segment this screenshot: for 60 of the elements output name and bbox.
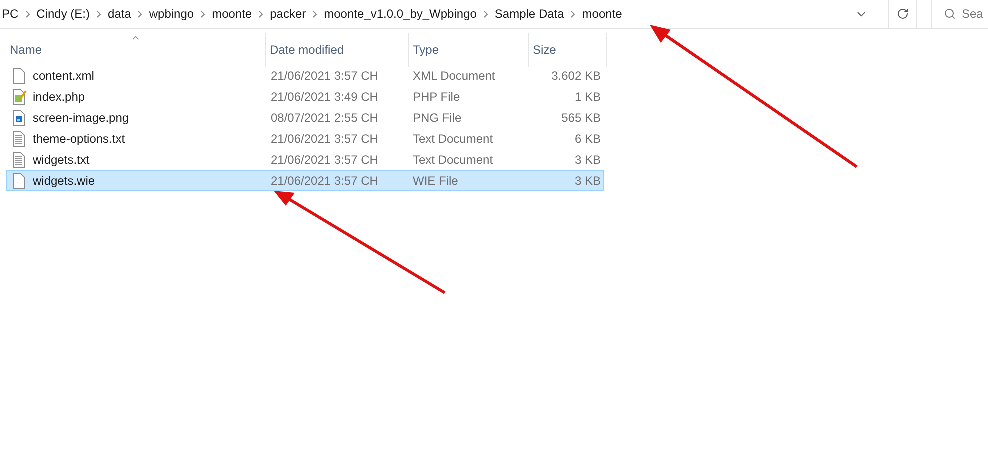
size-cell-text: 6 KB bbox=[574, 130, 601, 148]
file-name: screen-image.png bbox=[33, 110, 130, 126]
breadcrumb[interactable]: PC bbox=[2, 5, 19, 23]
date-cell-text: 21/06/2021 3:57 CH bbox=[270, 130, 380, 148]
breadcrumb[interactable]: wpbingo bbox=[149, 5, 194, 23]
date-cell-text: 08/07/2021 2:55 CH bbox=[270, 110, 380, 126]
file-row[interactable]: widgets.txt 21/06/2021 3:57 CH Text Document 3 KB bbox=[6, 149, 604, 170]
size-cell-text: 3 KB bbox=[574, 172, 601, 190]
file-row[interactable]: index.php 21/06/2021 3:49 CH PHP File 1 KB bbox=[6, 86, 604, 107]
breadcrumb[interactable]: moonte bbox=[212, 5, 252, 23]
size-cell-text: 3.602 KB bbox=[550, 68, 601, 84]
chevron-right-icon bbox=[571, 10, 576, 18]
file-row[interactable]: screen-image.png 08/07/2021 2:55 CH PNG File 565 KB bbox=[6, 107, 604, 128]
script-file-icon bbox=[11, 88, 27, 104]
breadcrumb[interactable]: data bbox=[108, 5, 132, 23]
breadcrumb[interactable]: moonte_v1.0.0_by_Wpbingo bbox=[324, 5, 477, 23]
file-name: content.xml bbox=[33, 68, 94, 84]
chevron-right-icon bbox=[259, 10, 264, 18]
file-name: widgets.wie bbox=[33, 172, 96, 190]
date-cell-text: 21/06/2021 3:57 CH bbox=[270, 152, 380, 168]
type-cell-text: Text Document bbox=[412, 130, 494, 148]
type-cell-text: WIE File bbox=[412, 172, 460, 190]
date-cell-text: 21/06/2021 3:57 CH bbox=[270, 172, 380, 190]
chevron-right-icon bbox=[97, 10, 102, 18]
file-name: theme-options.txt bbox=[33, 130, 126, 148]
type-cell-text: PHP File bbox=[412, 88, 462, 106]
type-cell-text: Text Document bbox=[412, 152, 494, 168]
image-file-icon bbox=[11, 110, 27, 126]
document-icon bbox=[11, 68, 27, 84]
column-header[interactable]: Name bbox=[6, 33, 265, 67]
breadcrumb[interactable]: moonte bbox=[582, 5, 622, 23]
breadcrumb[interactable]: Cindy (E:) bbox=[36, 5, 90, 23]
breadcrumb[interactable]: Sample Data bbox=[494, 5, 564, 23]
size-cell-text: 1 KB bbox=[574, 88, 601, 106]
chevron-right-icon bbox=[313, 10, 318, 18]
date-cell-text: 21/06/2021 3:49 CH bbox=[270, 88, 380, 106]
breadcrumb[interactable]: packer bbox=[270, 5, 306, 23]
chevron-right-icon bbox=[484, 10, 488, 18]
chevron-right-icon bbox=[201, 10, 206, 18]
refresh-icon[interactable] bbox=[896, 8, 909, 20]
text-file-icon bbox=[11, 152, 27, 168]
file-name: widgets.txt bbox=[33, 152, 90, 168]
column-header[interactable]: Size bbox=[528, 33, 607, 67]
text-file-icon bbox=[11, 130, 27, 146]
chevron-right-icon bbox=[138, 10, 142, 18]
column-header[interactable]: Type bbox=[408, 33, 528, 67]
size-cell-text: 565 KB bbox=[560, 110, 601, 126]
document-icon bbox=[11, 172, 27, 188]
search-icon bbox=[944, 8, 956, 20]
date-cell-text: 21/06/2021 3:57 CH bbox=[270, 68, 380, 84]
file-row[interactable]: theme-options.txt 21/06/2021 3:57 CH Text Document 6 KB bbox=[6, 128, 604, 149]
column-header[interactable]: Date modified bbox=[265, 33, 408, 67]
search-field[interactable]: Sea bbox=[962, 5, 988, 23]
type-cell-text: XML Document bbox=[412, 68, 496, 84]
chevron-right-icon bbox=[26, 10, 30, 18]
file-row[interactable]: widgets.wie 21/06/2021 3:57 CH WIE File 3 KB bbox=[6, 170, 604, 191]
type-cell-text: PNG File bbox=[412, 110, 463, 126]
size-cell-text: 3 KB bbox=[574, 152, 601, 168]
file-row[interactable]: content.xml 21/06/2021 3:57 CH XML Document 3.602 KB bbox=[6, 65, 604, 86]
file-name: index.php bbox=[33, 88, 86, 106]
